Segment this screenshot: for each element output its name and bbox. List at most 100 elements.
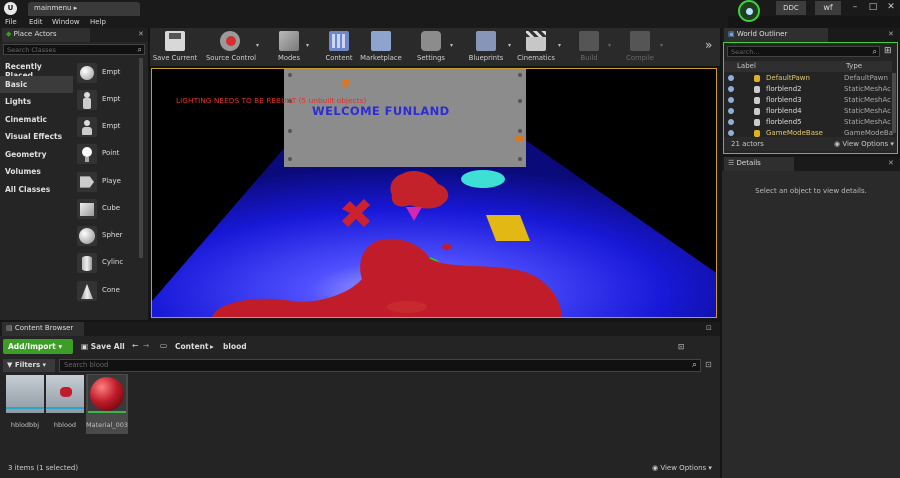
category-visual-effects[interactable]: Visual Effects [0,128,73,145]
menu-help[interactable]: Help [90,16,106,28]
actor-item[interactable]: Cube [75,196,139,222]
tab-details[interactable]: ☰ Details [724,157,794,171]
cb-view-options-button[interactable]: ◉ View Options ▾ [652,464,712,472]
blueprints-button[interactable]: Blueprints ▾ [464,28,511,66]
chevron-down-icon[interactable]: ▾ [508,42,511,49]
close-tab-icon[interactable]: ✕ [888,159,894,167]
search-icon[interactable]: ⌕ [873,47,877,57]
source-control-button[interactable]: Source Control ▾ [202,28,260,66]
asset-search-input[interactable]: Search blood ⌕ [59,359,701,372]
settings-button[interactable]: Settings ▾ [412,28,453,66]
level-viewport[interactable]: WELCOME FUNLAND LIGHTING NEEDS TO BE REB… [151,68,717,318]
type-column-header[interactable]: Type [846,62,862,70]
asset-tile[interactable]: hblood [46,375,84,435]
actor-item[interactable]: Empt [75,114,139,140]
view-options-button[interactable]: ◉ View Options ▾ [834,140,894,148]
actor-item[interactable]: Playe [75,169,139,195]
category-basic[interactable]: Basic [0,76,73,93]
empty-actor-icon [77,63,97,83]
breadcrumb-separator-icon[interactable]: ▸ [210,342,214,351]
level-tab[interactable]: mainmenu ▸ [28,2,140,16]
actors-scrollbar[interactable] [139,58,143,258]
actor-item[interactable]: Cone [75,278,139,304]
class-search-input[interactable]: Search Classes ⌕ [3,44,145,55]
category-all-classes[interactable]: All Classes [0,181,73,198]
add-folder-icon[interactable]: ⊞ [884,46,892,56]
player-start-icon [77,172,97,192]
breadcrumb-blood[interactable]: blood [223,342,247,351]
chevron-down-icon[interactable]: ▾ [608,42,611,49]
tab-place-actors[interactable]: ◆ Place Actors [2,28,90,42]
search-icon[interactable]: ⌕ [138,45,142,55]
content-button[interactable]: Content [320,28,358,66]
breadcrumb-content[interactable]: Content [175,342,209,351]
maximize-icon[interactable]: □ [866,1,880,13]
chevron-down-icon[interactable]: ▾ [256,42,259,49]
tab-content-browser[interactable]: ▤ Content Browser [2,322,84,336]
static-mesh-icon [754,119,760,126]
content-browser-panel: Add/Import ▾ ▣ Save All ← → ▭ Content ▸ … [0,336,720,478]
category-cinematic[interactable]: Cinematic [0,111,73,128]
chevron-down-icon[interactable]: ▾ [558,42,561,49]
save-current-button[interactable]: Save Current [152,28,198,66]
back-arrow-icon[interactable]: ← [132,341,138,350]
forward-arrow-icon[interactable]: → [143,341,149,350]
user-button[interactable]: wf [815,1,841,15]
cinematics-icon [526,31,546,51]
ddc-status-icon[interactable] [738,0,760,22]
lock-icon[interactable]: ⊡ [678,342,684,351]
visibility-eye-icon[interactable] [728,97,734,103]
actor-item[interactable]: Spher [75,223,139,249]
menu-edit[interactable]: Edit [29,16,43,28]
add-import-button[interactable]: Add/Import ▾ [3,339,73,354]
category-geometry[interactable]: Geometry [0,146,73,163]
category-volumes[interactable]: Volumes [0,163,73,180]
chevron-down-icon[interactable]: ▾ [660,42,663,49]
outliner-row[interactable]: DefaultPawn DefaultPawn [724,73,892,84]
build-button[interactable]: Build ▾ [570,28,611,66]
compile-button[interactable]: Compile ▾ [620,28,663,66]
outliner-scrollbar[interactable] [892,73,896,133]
filters-button[interactable]: ▼ Filters ▾ [3,359,55,372]
label-column-header[interactable]: Label [737,62,756,70]
minimize-icon[interactable]: – [848,1,862,13]
cinematics-button[interactable]: Cinematics ▾ [514,28,561,66]
close-tab-icon[interactable]: ✕ [888,30,894,38]
category-lights[interactable]: Lights [0,93,73,110]
close-tab-icon[interactable]: ✕ [138,30,144,38]
asset-tile[interactable]: hblodbbj [6,375,44,435]
actor-item[interactable]: Point [75,141,139,167]
chevron-down-icon[interactable]: ▾ [306,42,309,49]
cb-view-options-label: View Options [660,464,707,472]
lock-icon[interactable]: ⊡ [706,324,712,332]
menu-file[interactable]: File [5,16,17,28]
visibility-eye-icon[interactable] [728,75,734,81]
close-icon[interactable]: ✕ [884,1,898,13]
search-icon[interactable]: ⌕ [692,360,697,370]
outliner-row[interactable]: florblend4 StaticMeshAc [724,106,892,117]
chevron-down-icon[interactable]: ▾ [450,42,453,49]
visibility-eye-icon[interactable] [728,108,734,114]
toolbar-overflow-icon[interactable]: » [705,38,712,52]
actor-item[interactable]: Empt [75,60,139,86]
modes-button[interactable]: Modes ▾ [266,28,312,66]
actor-item[interactable]: Cylinc [75,250,139,276]
outliner-row[interactable]: florblend3 StaticMeshAc [724,95,892,106]
asset-tile[interactable]: Material_003 [86,375,128,435]
outliner-row-label: florblend5 [766,118,802,126]
pawn-icon [754,75,760,82]
visibility-eye-icon[interactable] [728,130,734,136]
outliner-row[interactable]: florblend5 StaticMeshAc [724,117,892,128]
marketplace-button[interactable]: Marketplace [358,28,404,66]
save-search-icon[interactable]: ⊡ [705,360,712,369]
visibility-eye-icon[interactable] [728,119,734,125]
outliner-row[interactable]: florblend2 StaticMeshAc [724,84,892,95]
category-recently-placed[interactable]: Recently Placed [0,58,73,80]
save-all-button[interactable]: ▣ Save All [78,339,128,354]
visibility-eye-icon[interactable] [728,86,734,92]
menu-window[interactable]: Window [52,16,80,28]
ddc-button[interactable]: DDC [776,1,806,15]
tab-world-outliner[interactable]: ▣ World Outliner [724,28,828,42]
outliner-search-input[interactable]: Search... ⌕ [727,46,880,57]
actor-item[interactable]: Empt [75,87,139,113]
